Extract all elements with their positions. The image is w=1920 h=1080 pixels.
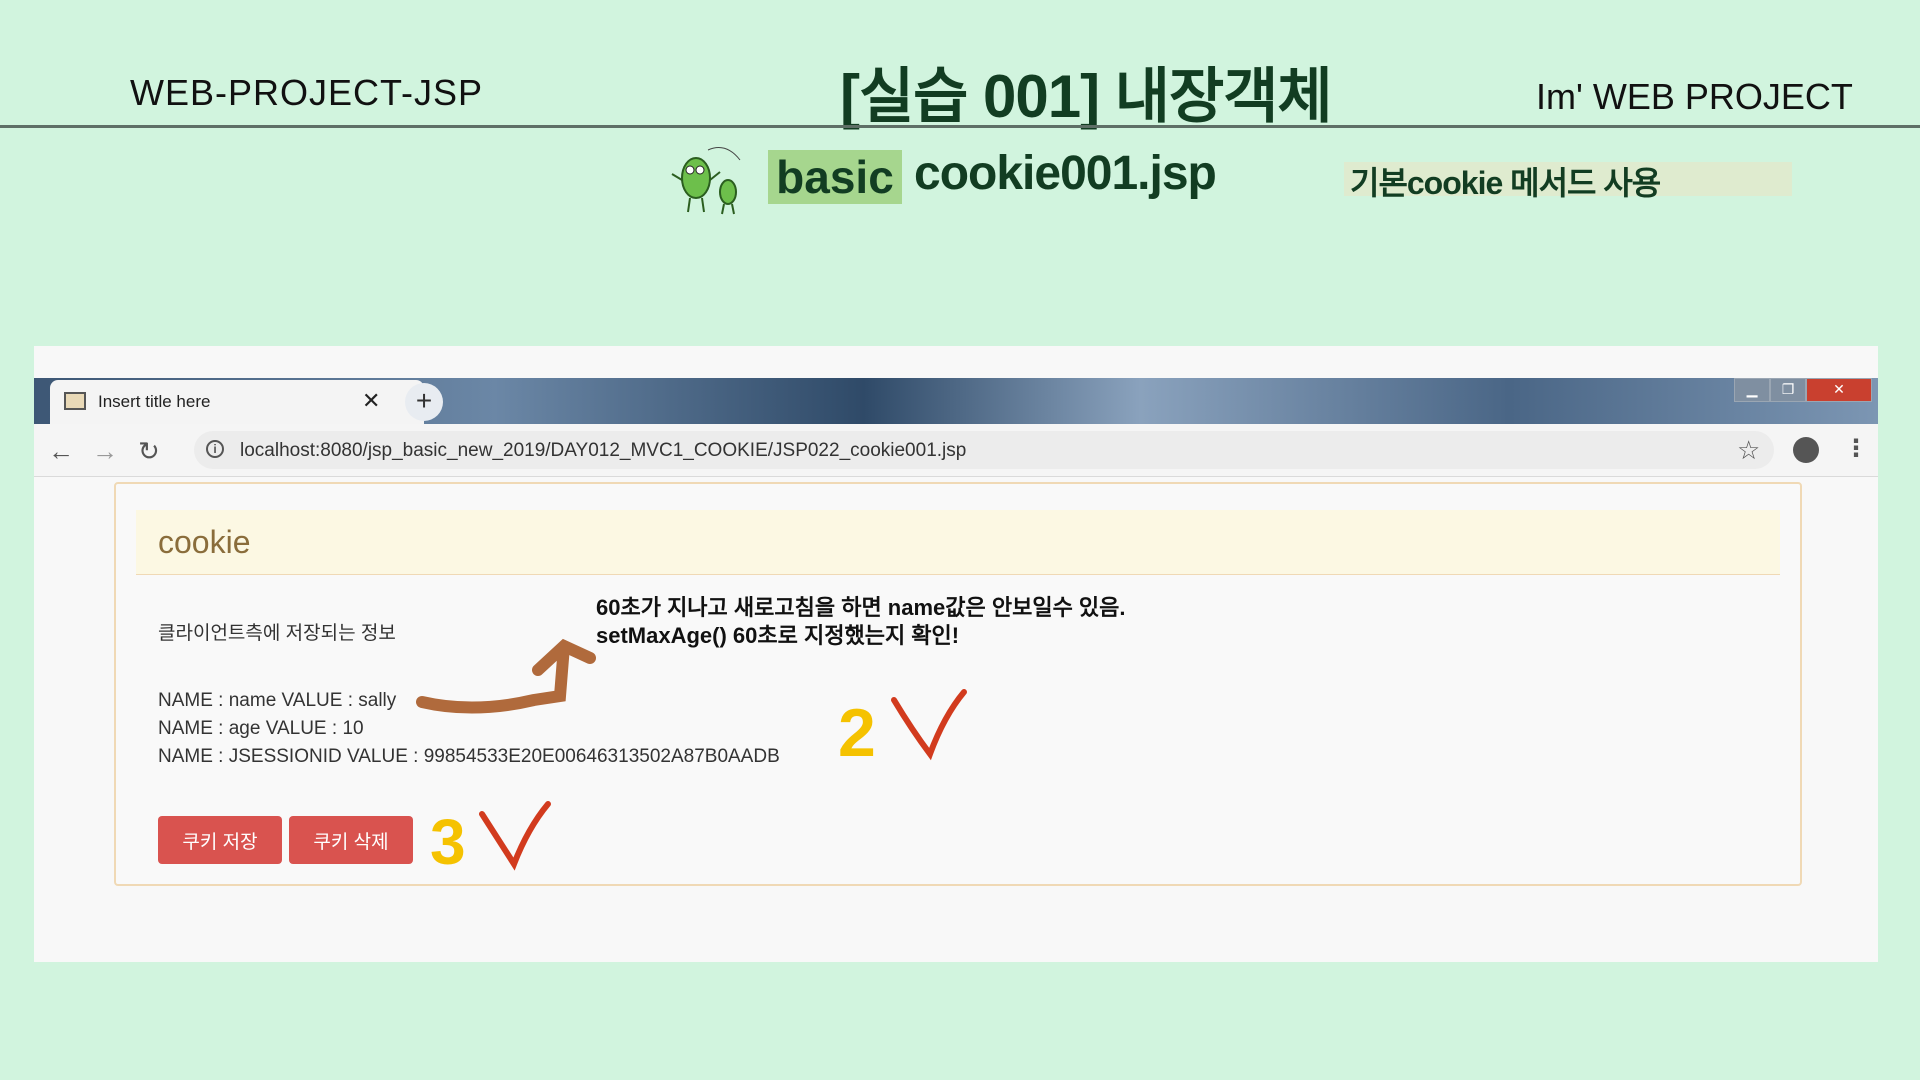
browser-screenshot: Insert title here ✕ + ▁ ❐ ✕ ← → ↻ i loca… — [34, 346, 1878, 962]
note-line-1: 60초가 지나고 새로고침을 하면 name값은 안보일수 있음. — [596, 595, 1126, 620]
filename-title: cookie001.jsp — [914, 147, 1217, 200]
cookie-row: NAME : age VALUE : 10 — [158, 718, 364, 739]
url-text: localhost:8080/jsp_basic_new_2019/DAY012… — [240, 440, 967, 461]
slide-title: [실습 001] 내장객체 — [840, 63, 1333, 130]
cookie-row: NAME : JSESSIONID VALUE : 99854533E20E00… — [158, 746, 780, 767]
page-favicon-icon — [64, 392, 86, 410]
account-icon[interactable] — [1793, 437, 1819, 463]
slide-header-right: Im' WEB PROJECT — [1536, 76, 1853, 117]
window-maximize-button[interactable]: ❐ — [1770, 378, 1806, 402]
mascot-icon — [671, 147, 741, 215]
window-minimize-button[interactable]: ▁ — [1734, 378, 1770, 402]
panel-title: cookie — [158, 524, 251, 560]
reload-icon[interactable]: ↻ — [138, 436, 160, 467]
client-info-label: 클라이언트측에 저장되는 정보 — [158, 623, 396, 644]
back-arrow-icon[interactable]: ← — [48, 436, 74, 467]
basic-tag: basic — [768, 150, 902, 204]
save-cookie-button[interactable]: 쿠키 저장 — [158, 816, 282, 864]
delete-cookie-button[interactable]: 쿠키 삭제 — [289, 816, 413, 864]
new-tab-button[interactable]: + — [405, 383, 443, 421]
forward-arrow-icon[interactable]: → — [92, 436, 118, 467]
note-line-2: setMaxAge() 60초로 지정했는지 확인! — [596, 623, 960, 648]
tab-title: Insert title here — [98, 392, 211, 411]
header-divider — [0, 125, 1920, 128]
panel-heading — [136, 510, 1780, 575]
annotation-note: 60초가 지나고 새로고침을 하면 name값은 안보일수 있음. setMax… — [596, 594, 1126, 650]
browser-menu-icon[interactable]: ⋮ — [1844, 434, 1868, 463]
bookmark-star-icon[interactable]: ☆ — [1737, 435, 1760, 466]
cookie-row: NAME : name VALUE : sally — [158, 690, 397, 711]
site-info-icon[interactable]: i — [206, 440, 224, 458]
slide-header-left: WEB-PROJECT-JSP — [130, 72, 484, 113]
window-close-button[interactable]: ✕ — [1806, 378, 1872, 402]
description-text: 기본cookie 메서드 사용 — [1350, 165, 1661, 201]
tab-close-icon[interactable]: ✕ — [362, 388, 380, 414]
